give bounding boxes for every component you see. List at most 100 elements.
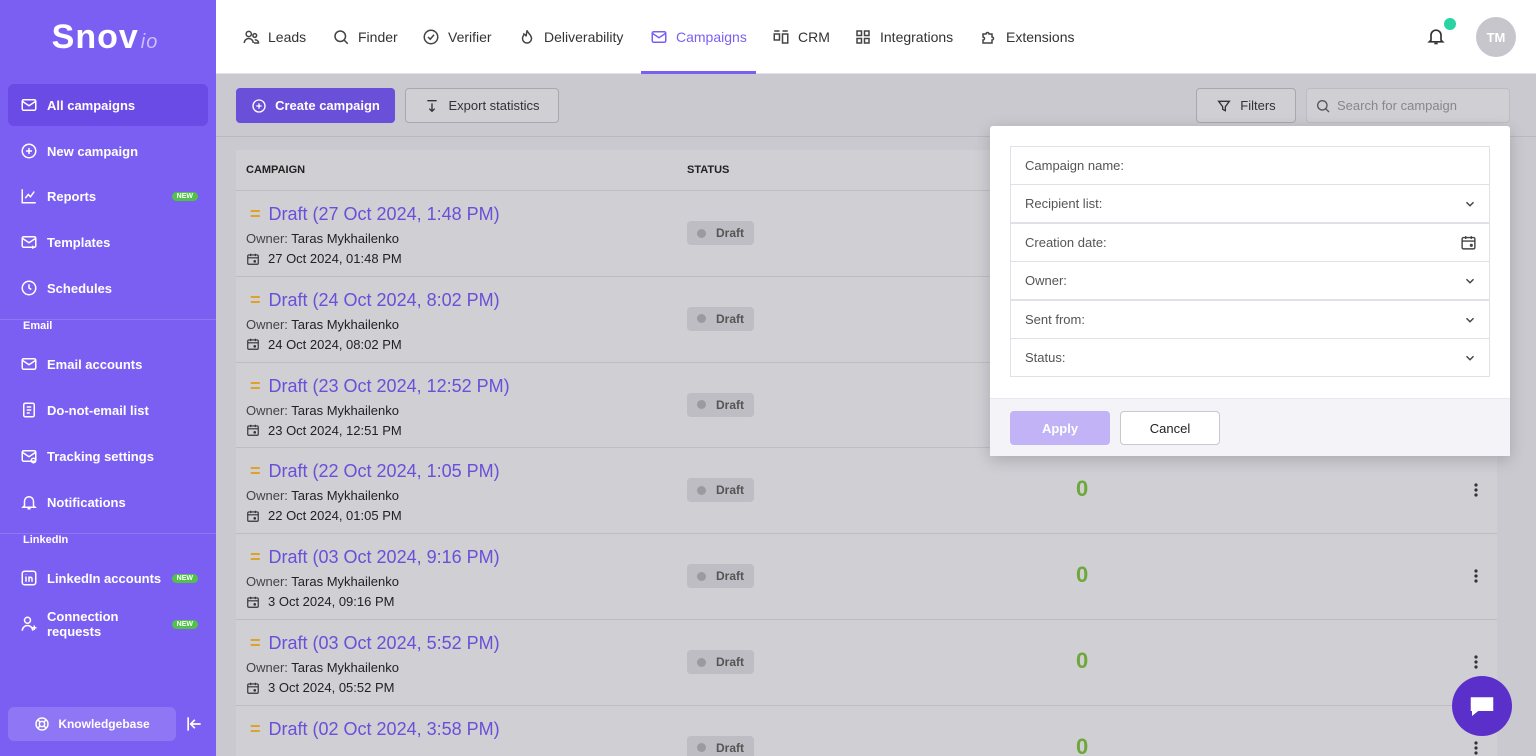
column-header-status[interactable]: STATUS <box>687 150 729 190</box>
status-dot <box>697 400 706 410</box>
filter-label: Creation date: <box>1025 235 1107 250</box>
row-menu-button[interactable] <box>1466 650 1486 674</box>
campaign-title-link[interactable]: = Draft (22 Oct 2024, 1:05 PM) <box>250 461 500 482</box>
nav-label: Leads <box>268 29 307 45</box>
filters-label: Filters <box>1240 98 1276 113</box>
sidebar-item-label: LinkedIn accounts <box>47 570 162 586</box>
drag-handle-icon[interactable]: = <box>250 204 261 225</box>
nav-crm[interactable]: CRM <box>772 0 830 74</box>
sidebar-item-do-not-email[interactable]: Do-not-email list <box>8 389 208 431</box>
nav-finder[interactable]: Finder <box>332 0 398 74</box>
status-dot <box>697 657 706 667</box>
campaign-title-link[interactable]: = Draft (03 Oct 2024, 5:52 PM) <box>250 633 500 654</box>
puzzle-icon <box>982 31 995 44</box>
create-campaign-label: Create campaign <box>275 98 380 113</box>
owner-filter[interactable]: Owner: <box>1010 261 1490 300</box>
row-menu-button[interactable] <box>1466 478 1486 502</box>
nav-label: Campaigns <box>676 29 747 45</box>
sidebar-item-label: All campaigns <box>47 97 136 113</box>
campaign-title-link[interactable]: = Draft (03 Oct 2024, 9:16 PM) <box>250 547 500 568</box>
sidebar-item-connection-requests[interactable]: Connection requests NEW <box>8 603 208 645</box>
drag-handle-icon[interactable]: = <box>250 376 261 397</box>
status-dot <box>697 743 706 753</box>
chat-widget-button[interactable] <box>1452 676 1512 736</box>
table-row[interactable]: = Draft (03 Oct 2024, 5:52 PM) Owner: Tara… <box>236 619 1497 705</box>
drag-handle-icon[interactable]: = <box>250 633 261 654</box>
recipient-list-filter[interactable]: Recipient list: <box>1010 184 1490 223</box>
campaign-title-link[interactable]: = Draft (24 Oct 2024, 8:02 PM) <box>250 290 500 311</box>
filter-label: Status: <box>1025 350 1066 365</box>
apply-button[interactable]: Apply <box>1010 411 1110 445</box>
snovio-logo[interactable]: Snov io <box>0 0 216 74</box>
notification-dot <box>1444 18 1456 30</box>
nav-label: Finder <box>358 29 398 45</box>
date-text: 3 Oct 2024, 05:52 PM <box>268 680 395 695</box>
sidebar-item-all-campaigns[interactable]: All campaigns <box>8 84 208 126</box>
drag-handle-icon[interactable]: = <box>250 547 261 568</box>
sidebar-item-notifications[interactable]: Notifications <box>8 481 208 523</box>
creation-date-filter[interactable]: Creation date: <box>1010 223 1490 262</box>
sent-from-filter[interactable]: Sent from: <box>1010 300 1490 339</box>
linkedin-icon <box>21 570 37 586</box>
sidebar-item-label: Do-not-email list <box>47 402 149 418</box>
campaign-owner: Owner: Taras Mykhailenko <box>246 660 399 675</box>
owner-name: Taras Mykhailenko <box>291 231 399 246</box>
campaign-title-link[interactable]: = Draft (02 Oct 2024, 3:58 PM) <box>250 719 500 740</box>
knowledgebase-label: Knowledgebase <box>58 717 150 731</box>
bell-icon[interactable] <box>1426 26 1446 46</box>
drag-handle-icon[interactable]: = <box>250 290 261 311</box>
export-statistics-label: Export statistics <box>448 98 540 113</box>
create-campaign-button[interactable]: Create campaign <box>236 88 395 123</box>
calendar-icon <box>247 339 259 351</box>
grid-icon <box>856 30 870 44</box>
nav-campaigns[interactable]: Campaigns <box>641 0 756 74</box>
calendar-icon <box>247 596 259 608</box>
export-statistics-button[interactable]: Export statistics <box>405 88 559 123</box>
nav-label: CRM <box>798 29 830 45</box>
search-input[interactable]: Search for campaign <box>1306 88 1510 123</box>
filters-button[interactable]: Filters <box>1196 88 1296 123</box>
nav-verifier[interactable]: Verifier <box>422 0 492 74</box>
sidebar-item-email-accounts[interactable]: Email accounts <box>8 343 208 385</box>
sidebar: Snov io All campaigns New campaign Report… <box>0 0 216 756</box>
date-text: 3 Oct 2024, 09:16 PM <box>268 594 395 610</box>
avatar[interactable]: TM <box>1476 17 1516 57</box>
collapse-sidebar-icon[interactable] <box>184 714 204 734</box>
drag-handle-icon[interactable]: = <box>250 461 261 482</box>
knowledgebase-button[interactable]: Knowledgebase <box>8 707 176 741</box>
logo-suffix-text: io <box>140 30 159 53</box>
column-header-campaign[interactable]: CAMPAIGN <box>246 150 305 190</box>
table-row[interactable]: = Draft (02 Oct 2024, 3:58 PM) Draft 0 <box>236 704 1497 756</box>
table-row[interactable]: = Draft (22 Oct 2024, 1:05 PM) Owner: Tara… <box>236 447 1497 533</box>
sidebar-item-tracking-settings[interactable]: Tracking settings <box>8 435 208 477</box>
chevron-down-icon <box>1465 317 1475 323</box>
sidebar-item-templates[interactable]: Templates <box>8 221 208 263</box>
status-text: Draft <box>716 311 745 326</box>
campaign-name-filter[interactable]: Campaign name: <box>1010 146 1490 185</box>
nav-integrations[interactable]: Integrations <box>854 0 953 74</box>
chat-icon <box>1470 697 1494 716</box>
mail-icon <box>21 99 37 111</box>
table-row[interactable]: = Draft (03 Oct 2024, 9:16 PM) Owner: Tara… <box>236 533 1497 619</box>
mail-icon <box>21 358 37 370</box>
nav-extensions[interactable]: Extensions <box>980 0 1074 74</box>
campaign-title-link[interactable]: = Draft (23 Oct 2024, 12:52 PM) <box>250 376 510 397</box>
campaign-created-date: 3 Oct 2024, 09:16 PM <box>246 594 394 609</box>
row-menu-button[interactable] <box>1466 736 1486 756</box>
owner-prefix: Owner: <box>246 660 288 675</box>
mail-icon <box>651 31 667 43</box>
plus-circle-icon <box>252 98 266 113</box>
campaign-title-link[interactable]: = Draft (27 Oct 2024, 1:48 PM) <box>250 204 500 225</box>
status-text: Draft <box>716 569 745 584</box>
nav-deliverability[interactable]: Deliverability <box>518 0 623 74</box>
drag-handle-icon[interactable]: = <box>250 719 261 740</box>
row-menu-button[interactable] <box>1466 564 1486 588</box>
status-filter[interactable]: Status: <box>1010 338 1490 377</box>
recipients-count: 0 <box>1076 562 1089 588</box>
sidebar-item-schedules[interactable]: Schedules <box>8 267 208 309</box>
sidebar-item-reports[interactable]: Reports NEW <box>8 175 208 217</box>
cancel-button[interactable]: Cancel <box>1120 411 1220 445</box>
sidebar-item-new-campaign[interactable]: New campaign <box>8 130 208 172</box>
nav-leads[interactable]: Leads <box>242 0 306 74</box>
sidebar-item-linkedin-accounts[interactable]: LinkedIn accounts NEW <box>8 557 208 599</box>
